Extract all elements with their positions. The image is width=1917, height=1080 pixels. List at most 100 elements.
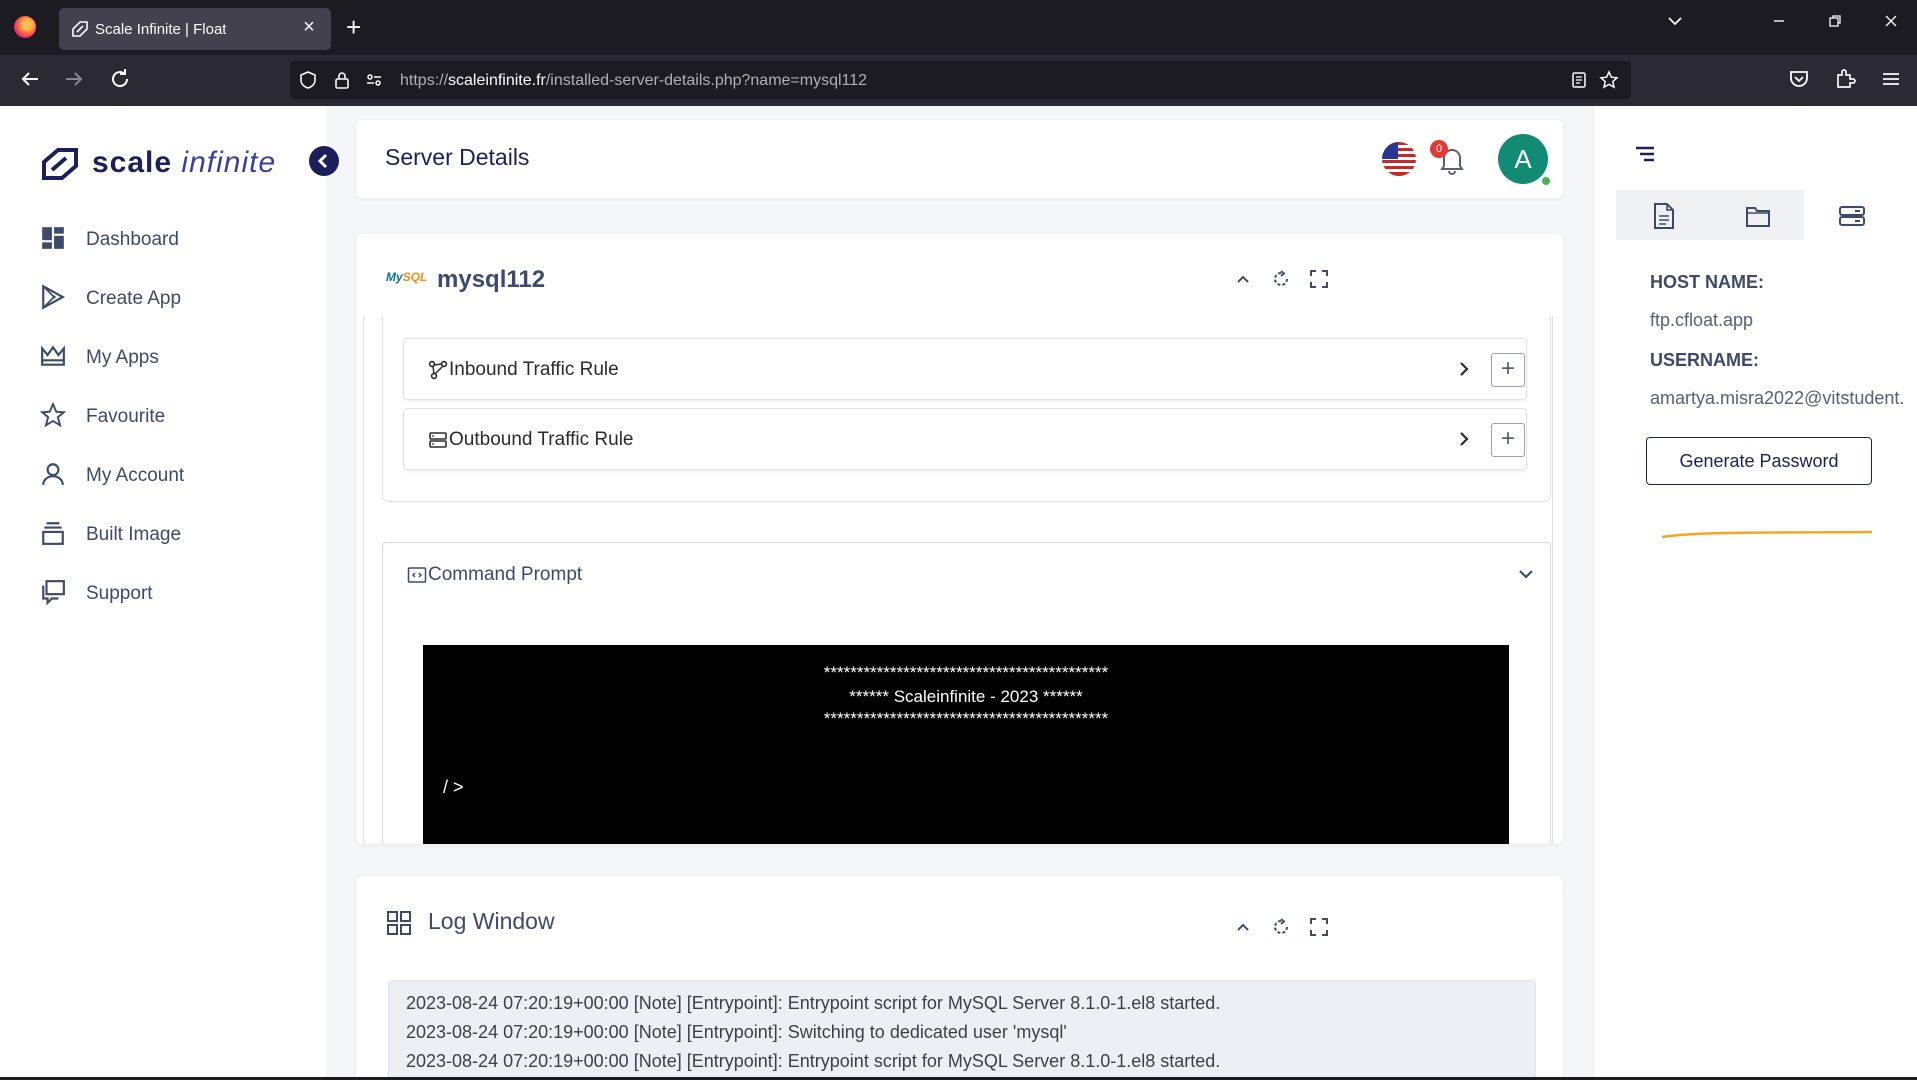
sidebar-item-built-image[interactable]: Built Image xyxy=(40,505,184,564)
sidebar-item-create-app[interactable]: Create App xyxy=(40,269,184,328)
us-flag-icon[interactable] xyxy=(1382,142,1416,176)
terminal-prompt[interactable]: / > xyxy=(443,777,464,798)
log-line: 2023-08-24 07:20:19+00:00 [Note] [Entryp… xyxy=(406,1051,1221,1071)
lock-icon[interactable] xyxy=(332,70,352,90)
fullscreen-icon[interactable] xyxy=(1308,268,1330,290)
sidebar-item-label: My Apps xyxy=(86,346,159,368)
url-text[interactable]: https://scaleinfinite.fr/installed-serve… xyxy=(400,72,867,90)
filter-menu-icon[interactable] xyxy=(1634,144,1658,164)
tab-files[interactable] xyxy=(1710,190,1804,240)
tab-server[interactable] xyxy=(1804,190,1898,240)
sidebar-item-support[interactable]: Support xyxy=(40,564,184,623)
log-window-card: Log Window 2023-08-24 07:20:19+00:00 [No… xyxy=(356,876,1563,1080)
reload-icon[interactable] xyxy=(108,67,134,93)
generate-password-button[interactable]: Generate Password xyxy=(1646,437,1872,485)
chevron-left-icon xyxy=(317,153,328,169)
logo-text: scale infinite xyxy=(92,146,277,179)
refresh-icon[interactable] xyxy=(1270,268,1292,290)
highlight-scribble xyxy=(1661,530,1873,539)
outbound-traffic-rule-row[interactable]: Outbound Traffic Rule + xyxy=(403,408,1527,470)
terminal-stars-top: ****************************************… xyxy=(823,663,1109,682)
refresh-icon[interactable] xyxy=(1270,916,1292,938)
firefox-icon[interactable] xyxy=(14,16,36,38)
terminal-output[interactable]: ****************************************… xyxy=(423,645,1509,844)
server-card-header: MySQL mysql112 xyxy=(356,234,1563,316)
sidebar-menu: Dashboard Create App My Apps Favourite M… xyxy=(39,210,184,623)
fullscreen-icon[interactable] xyxy=(1308,916,1330,938)
sidebar-item-label: Built Image xyxy=(86,523,182,545)
sidebar: scale infinite Dashboard Create App My A… xyxy=(0,106,339,1080)
new-tab-button[interactable]: + xyxy=(346,12,361,43)
star-icon xyxy=(39,401,70,432)
sidebar-item-label: My Account xyxy=(86,464,185,486)
sidebar-item-my-apps[interactable]: My Apps xyxy=(40,328,184,387)
chevron-right-icon[interactable] xyxy=(1454,357,1474,381)
mysql-logo-icon: MySQL xyxy=(386,270,428,284)
network-nodes-icon xyxy=(428,360,448,380)
browser-nav-bar: https://scaleinfinite.fr/installed-serve… xyxy=(0,55,1917,106)
sidebar-item-label: Dashboard xyxy=(86,228,179,250)
host-name-value: ftp.cfloat.app xyxy=(1650,310,1754,330)
server-name: mysql112 xyxy=(437,266,546,293)
address-bar[interactable]: https://scaleinfinite.fr/installed-serve… xyxy=(290,61,1631,99)
browser-tab-bar: Scale Infinite | Float × + xyxy=(0,0,1917,55)
log-output[interactable]: 2023-08-24 07:20:19+00:00 [Note] [Entryp… xyxy=(388,980,1536,1080)
page-title: Server Details xyxy=(385,144,530,170)
scale-infinite-logo[interactable]: scale infinite xyxy=(40,144,275,189)
inbound-rule-label: Inbound Traffic Rule xyxy=(449,359,619,380)
logo-mark-icon xyxy=(42,148,78,180)
site-favicon-icon xyxy=(71,20,89,38)
code-window-icon xyxy=(407,565,427,585)
bookmark-star-icon[interactable] xyxy=(1599,70,1619,90)
tab-details[interactable] xyxy=(1616,190,1710,240)
page-header: Server Details 0 A xyxy=(356,120,1563,198)
sidebar-item-label: Support xyxy=(86,582,153,604)
restore-icon[interactable] xyxy=(1826,12,1844,35)
sidebar-item-label: Create App xyxy=(86,287,182,309)
server-stack-icon xyxy=(428,430,448,450)
online-status-dot xyxy=(1540,175,1552,187)
command-prompt-title: Command Prompt xyxy=(428,564,583,585)
minimize-icon[interactable] xyxy=(1770,12,1788,35)
tab-title: Scale Infinite | Float xyxy=(95,21,227,38)
close-tab-icon[interactable]: × xyxy=(297,16,321,39)
log-line: 2023-08-24 07:20:19+00:00 [Note] [Entryp… xyxy=(406,1022,1067,1042)
tracking-shield-icon[interactable] xyxy=(298,70,318,90)
sidebar-item-dashboard[interactable]: Dashboard xyxy=(40,210,184,269)
username-label: USERNAME: xyxy=(1650,350,1760,370)
server-scroll-area[interactable]: Inbound Traffic Rule + Outbound Traffic … xyxy=(363,316,1553,844)
play-icon xyxy=(40,283,70,314)
sidebar-item-favourite[interactable]: Favourite xyxy=(39,387,184,446)
extensions-icon[interactable] xyxy=(1833,67,1859,93)
inbound-traffic-rule-row[interactable]: Inbound Traffic Rule + xyxy=(403,338,1527,400)
chevron-down-icon[interactable] xyxy=(1515,563,1537,585)
permissions-icon[interactable] xyxy=(364,70,384,90)
add-inbound-rule-button[interactable]: + xyxy=(1491,353,1525,387)
chevron-right-icon[interactable] xyxy=(1454,427,1474,451)
document-icon xyxy=(1651,202,1677,230)
host-name-label: HOST NAME: xyxy=(1650,272,1764,292)
close-window-icon[interactable] xyxy=(1882,12,1900,35)
sidebar-item-my-account[interactable]: My Account xyxy=(40,446,184,505)
crown-icon xyxy=(40,343,70,373)
pocket-icon[interactable] xyxy=(1787,67,1813,93)
collapse-chevron-up-icon[interactable] xyxy=(1232,916,1254,938)
app-menu-icon[interactable] xyxy=(1879,67,1905,93)
browser-tab[interactable]: Scale Infinite | Float × xyxy=(59,8,331,50)
reader-view-icon[interactable] xyxy=(1569,70,1589,90)
user-icon xyxy=(40,461,70,491)
main-content: Server Details 0 A MySQL mysql112 Inboun… xyxy=(326,106,1593,1080)
grid-icon xyxy=(386,910,412,936)
username-value: amartya.misra2022@vitstudent. xyxy=(1650,388,1905,408)
command-prompt-panel: Command Prompt *************************… xyxy=(382,542,1551,844)
details-side-panel: HOST NAME: ftp.cfloat.app USERNAME: amar… xyxy=(1593,106,1917,1080)
back-icon[interactable] xyxy=(18,67,44,93)
forward-icon[interactable] xyxy=(62,67,88,93)
collapse-sidebar-button[interactable] xyxy=(309,146,339,176)
add-outbound-rule-button[interactable]: + xyxy=(1491,423,1525,457)
terminal-banner: ****** Scaleinfinite - 2023 ****** xyxy=(849,687,1083,706)
list-tabs-icon[interactable] xyxy=(1666,12,1684,35)
sidebar-item-label: Favourite xyxy=(86,405,166,427)
collapse-chevron-up-icon[interactable] xyxy=(1232,268,1254,290)
terminal-stars-bottom: ****************************************… xyxy=(823,709,1109,728)
